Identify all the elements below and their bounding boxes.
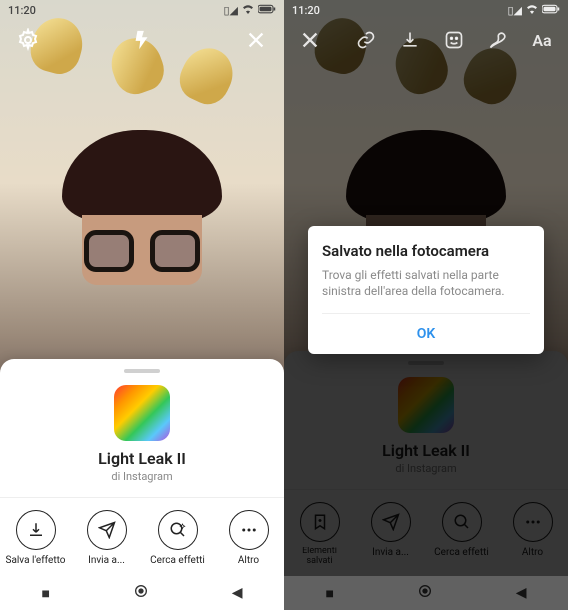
link-icon[interactable] — [352, 26, 380, 54]
signal-icon: ▯◢ — [223, 4, 238, 17]
save-effect-button[interactable]: Salva l'effetto — [0, 506, 71, 570]
effect-actions-row: Salva l'effetto Invia a... Cerca effetti… — [0, 497, 284, 570]
battery-icon — [542, 4, 560, 17]
search-sparkle-icon — [158, 510, 198, 550]
status-bar: 11:20 ▯◢ — [284, 0, 568, 20]
send-icon — [87, 510, 127, 550]
dialog-ok-button[interactable]: OK — [322, 313, 530, 354]
home-icon[interactable] — [133, 583, 149, 603]
android-nav-bar: ■ ◀ — [0, 576, 284, 610]
saved-confirmation-dialog: Salvato nella fotocamera Trova gli effet… — [308, 226, 544, 354]
close-icon[interactable] — [242, 26, 270, 54]
flash-icon[interactable] — [128, 26, 156, 54]
story-top-controls: Aa — [284, 26, 568, 54]
effect-title: Light Leak II — [0, 449, 284, 468]
download-icon[interactable] — [396, 26, 424, 54]
signal-icon: ▯◢ — [507, 4, 522, 17]
battery-icon — [258, 4, 276, 17]
status-time: 11:20 — [292, 4, 320, 17]
camera-top-controls — [0, 26, 284, 54]
right-screenshot: 11:20 ▯◢ Aa — [284, 0, 568, 610]
effect-author: di Instagram — [0, 470, 284, 483]
wifi-icon — [242, 4, 254, 17]
draw-icon[interactable] — [484, 26, 512, 54]
sticker-icon[interactable] — [440, 26, 468, 54]
effect-bottom-sheet: Light Leak II di Instagram Salva l'effet… — [0, 359, 284, 576]
drag-handle[interactable] — [124, 369, 160, 373]
more-icon — [229, 510, 269, 550]
wifi-icon — [526, 4, 538, 17]
face-preview — [52, 130, 232, 330]
more-button[interactable]: Altro — [213, 506, 284, 570]
effect-thumbnail[interactable] — [114, 385, 170, 441]
status-time: 11:20 — [8, 4, 36, 17]
settings-icon[interactable] — [14, 26, 42, 54]
close-icon[interactable] — [296, 26, 324, 54]
back-icon[interactable]: ◀ — [232, 585, 243, 601]
recent-apps-icon[interactable]: ■ — [41, 585, 49, 602]
dialog-title: Salvato nella fotocamera — [322, 242, 530, 260]
download-icon — [16, 510, 56, 550]
left-screenshot: 11:20 ▯◢ Light Leak II di Instagram — [0, 0, 284, 610]
text-tool-icon[interactable]: Aa — [528, 26, 556, 54]
search-effects-button[interactable]: Cerca effetti — [142, 506, 213, 570]
status-bar: 11:20 ▯◢ — [0, 0, 284, 20]
send-to-button[interactable]: Invia a... — [71, 506, 142, 570]
dialog-body: Trova gli effetti salvati nella parte si… — [322, 267, 530, 299]
